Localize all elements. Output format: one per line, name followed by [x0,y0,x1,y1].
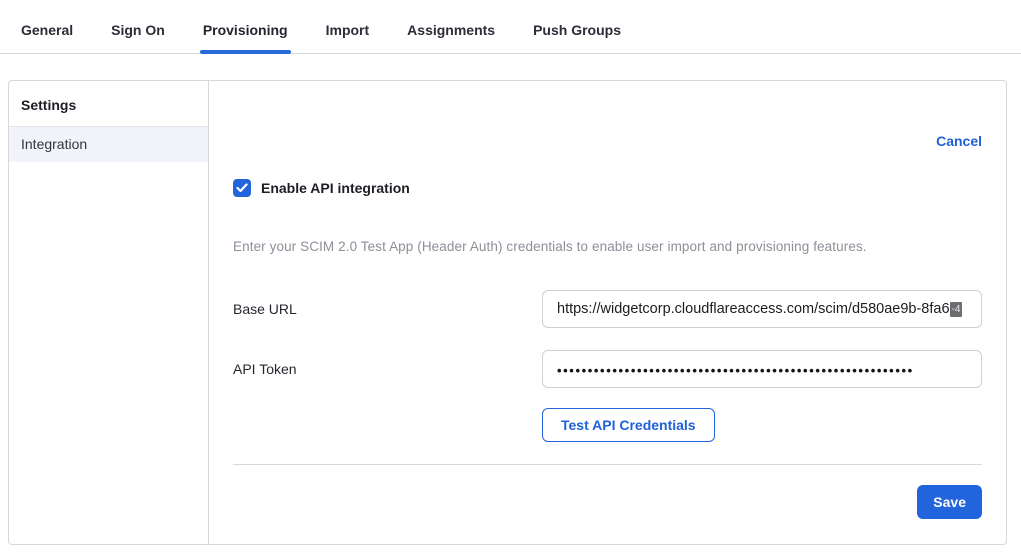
integration-settings-form: Cancel Enable API integration Enter your… [209,81,1006,544]
checkmark-icon [236,183,248,193]
enable-api-integration-row: Enable API integration [233,179,982,197]
enable-api-integration-checkbox[interactable] [233,179,251,197]
save-button[interactable]: Save [917,485,982,519]
tab-bar: General Sign On Provisioning Import Assi… [0,0,1021,54]
test-api-credentials-button[interactable]: Test API Credentials [542,408,715,442]
base-url-label: Base URL [233,301,542,317]
sidebar-item-integration[interactable]: Integration [9,127,208,162]
tab-sign-on[interactable]: Sign On [110,0,166,53]
tab-assignments[interactable]: Assignments [406,0,496,53]
api-token-label: API Token [233,361,542,377]
save-row: Save [233,485,982,519]
api-token-input[interactable]: ••••••••••••••••••••••••••••••••••••••••… [542,350,982,388]
form-divider [233,464,982,465]
tab-general[interactable]: General [20,0,74,53]
tab-provisioning[interactable]: Provisioning [202,0,289,53]
tab-push-groups[interactable]: Push Groups [532,0,622,53]
base-url-value: https://widgetcorp.cloudflareaccess.com/… [557,301,950,317]
provisioning-panel: Settings Integration Cancel Enable API i… [8,80,1007,545]
tab-import[interactable]: Import [325,0,371,53]
base-url-selected-text: -4 [950,302,963,317]
test-credentials-row: Test API Credentials [233,408,982,442]
cancel-link[interactable]: Cancel [936,133,982,149]
sidebar-header: Settings [9,81,208,127]
base-url-row: Base URL https://widgetcorp.cloudflareac… [233,290,982,328]
cancel-row: Cancel [233,81,982,149]
api-token-masked-value: ••••••••••••••••••••••••••••••••••••••••… [557,363,914,378]
enable-api-integration-label: Enable API integration [261,180,410,196]
api-token-row: API Token ••••••••••••••••••••••••••••••… [233,350,982,388]
base-url-input[interactable]: https://widgetcorp.cloudflareaccess.com/… [542,290,982,328]
credentials-description: Enter your SCIM 2.0 Test App (Header Aut… [233,239,982,254]
settings-sidebar: Settings Integration [9,81,209,544]
